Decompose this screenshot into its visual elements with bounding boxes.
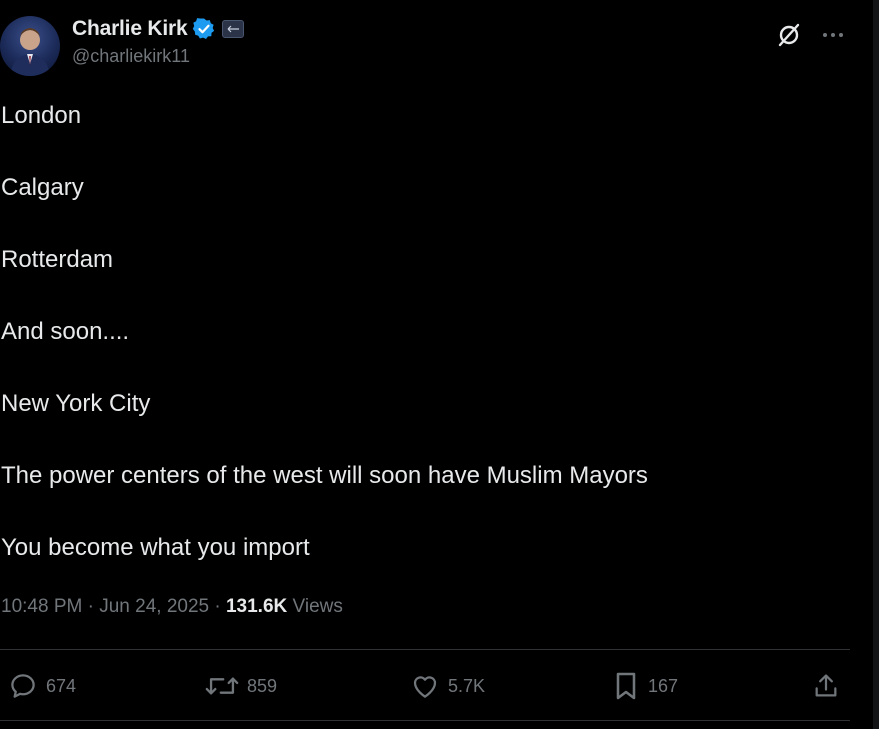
divider — [0, 649, 850, 650]
tweet-date[interactable]: Jun 24, 2025 — [99, 596, 209, 617]
scrollbar-track[interactable] — [873, 0, 879, 729]
avatar[interactable] — [0, 16, 60, 76]
name-row: Charlie Kirk — [72, 14, 245, 44]
share-icon — [815, 674, 837, 697]
tweet-line: London — [1, 102, 82, 129]
tweet-line: New York City — [1, 390, 151, 417]
tweet-header: Charlie Kirk @charliekirk11 — [0, 12, 850, 78]
like-count: 5.7K — [448, 675, 486, 696]
header-actions — [774, 20, 848, 50]
like-button[interactable]: 5.7K — [410, 666, 485, 706]
heart-icon — [413, 676, 437, 698]
bookmark-count: 167 — [648, 675, 679, 696]
repost-button[interactable]: 859 — [205, 666, 277, 706]
reply-icon — [11, 674, 35, 698]
display-name[interactable]: Charlie Kirk — [72, 17, 188, 41]
repost-icon — [205, 677, 239, 695]
more-icon[interactable] — [818, 20, 848, 50]
meta-separator: · — [82, 596, 100, 617]
bookmark-button[interactable]: 167 — [612, 666, 678, 706]
views-count[interactable]: 131.6K — [226, 596, 287, 617]
handle[interactable]: @charliekirk11 — [72, 46, 244, 67]
author-info: Charlie Kirk @charliekirk11 — [72, 14, 245, 67]
tweet-line: Rotterdam — [1, 246, 114, 273]
tweet-line: And soon.... — [1, 318, 130, 345]
avatar-image — [10, 28, 50, 76]
grok-icon[interactable] — [774, 20, 804, 50]
views-label: Views — [287, 596, 343, 617]
share-button[interactable] — [812, 666, 840, 706]
tweet-meta: 10:48 PM · Jun 24, 2025 · 131.6K Views — [1, 596, 343, 618]
tweet-time[interactable]: 10:48 PM — [1, 596, 82, 617]
repost-count: 859 — [247, 675, 278, 696]
divider — [0, 720, 850, 721]
bookmark-icon — [616, 672, 636, 700]
tweet-line: The power centers of the west will soon … — [1, 462, 648, 489]
tweet-text: London Calgary Rotterdam And soon.... Ne… — [1, 100, 841, 604]
tweet-line: Calgary — [1, 174, 84, 201]
meta-separator: · — [209, 596, 226, 617]
reply-button[interactable]: 674 — [8, 666, 76, 706]
tweet-line: You become what you import — [1, 534, 310, 561]
reply-count: 674 — [46, 675, 77, 696]
action-bar: 674 859 5.7K 167 — [0, 666, 850, 706]
verified-badge-icon[interactable] — [192, 17, 216, 41]
affiliate-badge-icon[interactable] — [222, 20, 245, 38]
